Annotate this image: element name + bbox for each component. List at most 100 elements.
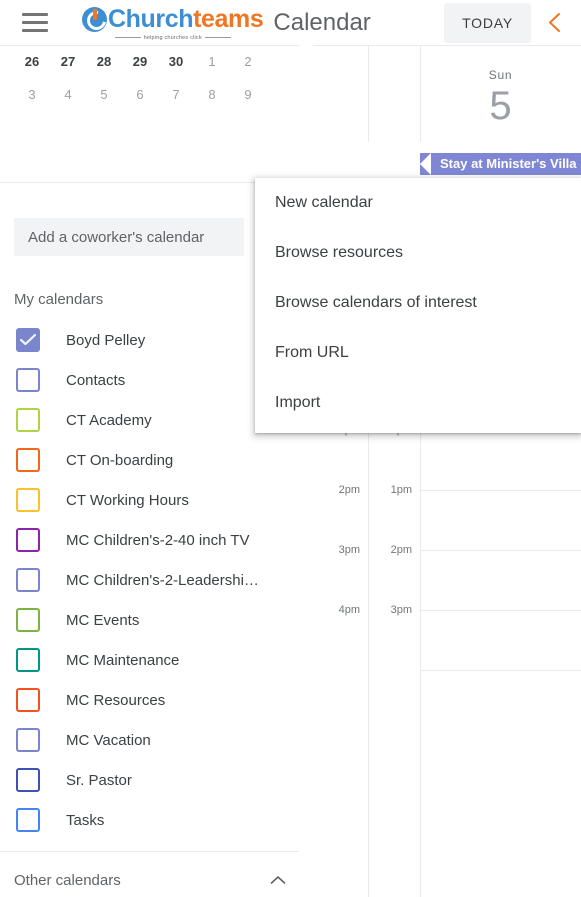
calendar-list-item-label: MC Vacation bbox=[66, 731, 151, 749]
mini-calendar-day[interactable]: 2 bbox=[230, 45, 266, 78]
churchteams-logo[interactable]: Church teams helping churches click bbox=[82, 4, 264, 41]
dropdown-menu-item[interactable]: From URL bbox=[255, 328, 581, 378]
time-gutter-header-primary bbox=[313, 46, 369, 142]
calendar-checkbox-icon[interactable] bbox=[16, 728, 40, 752]
all-day-event-chip[interactable]: Stay at Minister's Villa bbox=[420, 153, 581, 175]
add-calendar-dropdown-menu: New calendar Browse resources Browse calen… bbox=[255, 178, 581, 433]
calendar-list-item[interactable]: MC Events bbox=[0, 600, 299, 640]
dropdown-menu-item[interactable]: Browse calendars of interest bbox=[255, 278, 581, 328]
mini-calendar-day[interactable]: 8 bbox=[194, 78, 230, 111]
mini-calendar: 26 27 28 29 30 1 2 3 4 5 6 7 8 9 bbox=[0, 45, 313, 111]
calendar-checkbox-icon[interactable] bbox=[16, 688, 40, 712]
calendar-checkbox-checked-icon[interactable] bbox=[16, 328, 40, 352]
my-calendars-header[interactable]: My calendars bbox=[14, 282, 296, 316]
calendar-list-item-label: Contacts bbox=[66, 371, 126, 389]
other-calendars-header[interactable]: Other calendars bbox=[14, 863, 296, 897]
time-label-primary: 2pm bbox=[338, 484, 360, 496]
calendar-list-item-label: MC Children's-2-40 inch TV bbox=[66, 531, 250, 549]
dropdown-menu-item-label: From URL bbox=[275, 344, 349, 361]
mini-calendar-day[interactable]: 6 bbox=[122, 78, 158, 111]
mini-calendar-day[interactable]: 30 bbox=[158, 45, 194, 78]
mini-calendar-day[interactable]: 4 bbox=[50, 78, 86, 111]
calendar-list-item-label: Sr. Pastor bbox=[66, 771, 132, 789]
calendar-checkbox-icon[interactable] bbox=[16, 408, 40, 432]
logo-tagline: helping churches click bbox=[82, 35, 263, 41]
calendar-list-item[interactable]: MC Children's-2-40 inch TV bbox=[0, 520, 299, 560]
mini-calendar-day[interactable]: 3 bbox=[14, 78, 50, 111]
calendar-checkbox-icon[interactable] bbox=[16, 368, 40, 392]
time-label-secondary: 2pm bbox=[390, 544, 412, 556]
mini-calendar-day[interactable]: 27 bbox=[50, 45, 86, 78]
mini-calendar-day[interactable]: 7 bbox=[158, 78, 194, 111]
calendar-checkbox-icon[interactable] bbox=[16, 448, 40, 472]
mini-calendar-week-row: 26 27 28 29 30 1 2 bbox=[14, 45, 299, 78]
chevron-up-icon[interactable] bbox=[270, 872, 286, 889]
add-coworker-calendar-row bbox=[14, 218, 310, 264]
calendar-list-item-label: Boyd Pelley bbox=[66, 331, 146, 349]
time-label-primary: 3pm bbox=[338, 544, 360, 556]
time-label-secondary: 3pm bbox=[390, 604, 412, 616]
hamburger-bar bbox=[22, 21, 48, 24]
calendar-list-item[interactable]: CT On-boarding bbox=[0, 440, 299, 480]
calendar-list-item[interactable]: MC Children's-2-Leadershi… bbox=[0, 560, 299, 600]
time-grid-line bbox=[420, 670, 581, 671]
calendar-list-item-label: MC Maintenance bbox=[66, 651, 180, 669]
calendar-list-item[interactable]: Tasks bbox=[0, 800, 299, 840]
mini-calendar-week-row: 3456789 bbox=[14, 78, 299, 111]
calendar-list-item-label: CT Academy bbox=[66, 411, 152, 429]
calendar-list-item[interactable]: MC Resources bbox=[0, 680, 299, 720]
logo-church-text: Church bbox=[108, 4, 194, 33]
calendar-list-item[interactable]: MC Maintenance bbox=[0, 640, 299, 680]
calendar-list-item[interactable]: MC Vacation bbox=[0, 720, 299, 760]
calendar-list-item-label: MC Children's-2-Leadershi… bbox=[66, 571, 259, 589]
dropdown-menu-item-label: Browse resources bbox=[275, 244, 404, 261]
mini-calendar-day[interactable]: 5 bbox=[86, 78, 122, 111]
other-calendars-label: Other calendars bbox=[14, 871, 121, 889]
dropdown-menu-item-label: Import bbox=[275, 394, 321, 411]
calendar-list-item-label: MC Resources bbox=[66, 691, 166, 709]
app-header: Church teams helping churches click Cale… bbox=[0, 0, 581, 45]
calendar-main-panel: Sun 5 Stay at Minister's Villa 9am10am11… bbox=[313, 45, 581, 897]
page-title: Calendar bbox=[273, 8, 371, 36]
chevron-left-icon[interactable] bbox=[535, 4, 573, 42]
hamburger-menu-icon[interactable] bbox=[14, 2, 56, 44]
dropdown-menu-item[interactable]: Import bbox=[255, 378, 581, 428]
churchteams-mark-icon bbox=[82, 6, 107, 32]
calendar-checkbox-icon[interactable] bbox=[16, 488, 40, 512]
time-gutter-header-secondary bbox=[368, 46, 421, 142]
dropdown-menu-item[interactable]: Browse resources bbox=[255, 228, 581, 278]
mini-calendar-day[interactable]: 28 bbox=[86, 45, 122, 78]
calendar-list-item[interactable]: Sr. Pastor bbox=[0, 760, 299, 800]
hamburger-bar bbox=[22, 29, 48, 32]
day-header-cell[interactable]: Sun 5 bbox=[420, 46, 581, 142]
sidebar: 2627282930123456789 My calendars Boyd Pe… bbox=[0, 45, 313, 897]
dropdown-menu-item[interactable]: New calendar bbox=[255, 178, 581, 228]
calendar-list-item-label: MC Events bbox=[66, 611, 140, 629]
calendar-list-item-label: Tasks bbox=[66, 811, 105, 829]
calendar-checkbox-icon[interactable] bbox=[16, 528, 40, 552]
mini-calendar-day[interactable]: 29 bbox=[122, 45, 158, 78]
calendar-checkbox-icon[interactable] bbox=[16, 608, 40, 632]
calendar-checkbox-icon[interactable] bbox=[16, 808, 40, 832]
my-calendars-label: My calendars bbox=[14, 290, 104, 308]
today-button[interactable]: TODAY bbox=[444, 2, 531, 43]
all-day-event-band: Stay at Minister's Villa bbox=[420, 153, 581, 175]
calendar-checkbox-icon[interactable] bbox=[16, 568, 40, 592]
mini-calendar-day[interactable]: 9 bbox=[230, 78, 266, 111]
mini-calendar-day[interactable]: 26 bbox=[14, 45, 50, 78]
calendar-checkbox-icon[interactable] bbox=[16, 768, 40, 792]
dropdown-menu-item-label: New calendar bbox=[275, 194, 373, 211]
time-grid-line bbox=[420, 610, 581, 611]
calendar-list-item[interactable]: CT Working Hours bbox=[0, 480, 299, 520]
calendar-list-item-label: CT On-boarding bbox=[66, 451, 174, 469]
calendar-checkbox-icon[interactable] bbox=[16, 648, 40, 672]
day-number-label[interactable]: 5 bbox=[420, 82, 581, 130]
day-of-week-label: Sun bbox=[488, 68, 513, 82]
day-header: Sun 5 bbox=[313, 46, 581, 142]
calendar-list-item-label: CT Working Hours bbox=[66, 491, 189, 509]
time-label-secondary: 1pm bbox=[390, 484, 412, 496]
add-coworker-calendar-input[interactable] bbox=[14, 218, 244, 256]
time-grid-line bbox=[420, 490, 581, 491]
mini-calendar-day[interactable]: 1 bbox=[194, 45, 230, 78]
time-label-primary: 4pm bbox=[338, 604, 360, 616]
